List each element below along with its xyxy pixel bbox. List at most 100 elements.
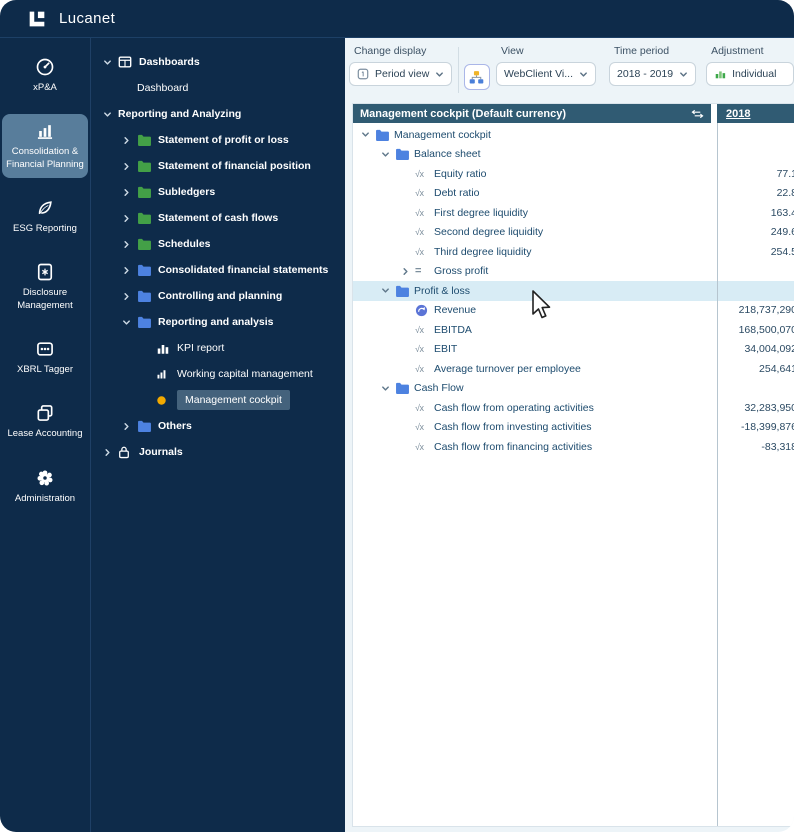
tree-item-consolidated-financial-statements[interactable]: Consolidated financial statements (91, 257, 345, 283)
tree-item-controlling-and-planning[interactable]: Controlling and planning (91, 283, 345, 309)
module-item-xp-a[interactable]: xP&A (2, 50, 88, 101)
view-value: WebClient Vi... (504, 68, 573, 80)
table-row-cash-flow-from-investing-activities[interactable]: √xCash flow from investing activities-18… (353, 418, 794, 438)
tree-item-schedules[interactable]: Schedules (91, 231, 345, 257)
tree-item-label: Journals (139, 446, 183, 458)
row-label: Average turnover per employee (434, 363, 581, 375)
chevron-right-icon[interactable] (122, 292, 137, 301)
chevron-right-icon[interactable] (122, 266, 137, 275)
tree-item-statement-of-financial-position[interactable]: Statement of financial position (91, 153, 345, 179)
formula-icon: √x (415, 227, 434, 237)
tree-item-journals[interactable]: Journals (91, 439, 345, 465)
chevron-down-icon (679, 70, 688, 79)
table-row-first-degree-liquidity[interactable]: √xFirst degree liquidity163.4 (353, 203, 794, 223)
chevron-right-icon[interactable] (401, 267, 415, 276)
tree-item-working-capital-management[interactable]: Working capital management (91, 361, 345, 387)
chevron-right-icon[interactable] (122, 422, 137, 431)
year-column-header: 2018 (717, 104, 794, 123)
table-row-cash-flow[interactable]: Cash Flow (353, 379, 794, 399)
yellow-dot-icon (156, 395, 177, 406)
formula-icon: √x (415, 344, 434, 354)
table-row-cash-flow-from-financing-activities[interactable]: √xCash flow from financing activities-83… (353, 437, 794, 457)
module-item-consolidation-financial-planning[interactable]: Consolidation & Financial Planning (2, 114, 88, 178)
chevron-right-icon[interactable] (122, 188, 137, 197)
leaf-icon (35, 198, 55, 218)
table-row-second-degree-liquidity[interactable]: √xSecond degree liquidity249.6 (353, 223, 794, 243)
change-display-label: Change display (354, 45, 452, 57)
row-label: Cash flow from operating activities (434, 402, 594, 414)
tree-item-label: Statement of financial position (158, 160, 311, 172)
table-row-debt-ratio[interactable]: √xDebt ratio22.8 (353, 184, 794, 204)
table-row-ebit[interactable]: √xEBIT34,004,092 (353, 340, 794, 360)
view-select[interactable]: WebClient Vi... (496, 62, 596, 86)
brand-text: Lucanet (59, 10, 115, 27)
tree-item-reporting-and-analysis[interactable]: Reporting and analysis (91, 309, 345, 335)
module-item-esg-reporting[interactable]: ESG Reporting (2, 191, 88, 242)
tree-item-statement-of-profit-or-loss[interactable]: Statement of profit or loss (91, 127, 345, 153)
row-label: Revenue (434, 304, 476, 316)
module-label: xP&A (33, 82, 57, 94)
tree-item-others[interactable]: Others (91, 413, 345, 439)
formula-icon: √x (415, 364, 434, 374)
table-row-revenue[interactable]: Revenue218,737,290 (353, 301, 794, 321)
row-label: Profit & loss (414, 285, 470, 297)
formula-icon: √x (415, 169, 434, 179)
time-period-select[interactable]: 2018 - 2019 (609, 62, 696, 86)
table-row-equity-ratio[interactable]: √xEquity ratio77.1 (353, 164, 794, 184)
mini-bars-icon (156, 368, 177, 380)
chevron-down-icon[interactable] (381, 384, 395, 393)
chevron-right-icon[interactable] (122, 162, 137, 171)
chevron-down-icon[interactable] (122, 318, 137, 327)
chevron-right-icon[interactable] (122, 214, 137, 223)
table-row-profit-loss[interactable]: Profit & loss (353, 281, 794, 301)
tree-item-kpi-report[interactable]: KPI report (91, 335, 345, 361)
table-row-cash-flow-from-operating-activities[interactable]: √xCash flow from operating activities32,… (353, 398, 794, 418)
row-label: Cash Flow (414, 382, 464, 394)
table-row-third-degree-liquidity[interactable]: √xThird degree liquidity254.5 (353, 242, 794, 262)
tree-item-label: Working capital management (177, 368, 313, 380)
formula-icon: √x (415, 442, 434, 452)
chevron-down-icon[interactable] (361, 130, 375, 139)
tree-item-subledgers[interactable]: Subledgers (91, 179, 345, 205)
table-row-average-turnover-per-employee[interactable]: √xAverage turnover per employee254,641 (353, 359, 794, 379)
tree-item-dashboards[interactable]: Dashboards (91, 49, 345, 75)
tree-item-statement-of-cash-flows[interactable]: Statement of cash flows (91, 205, 345, 231)
year-header-link[interactable]: 2018 (726, 108, 750, 120)
row-label: Second degree liquidity (434, 226, 543, 238)
folder-green-icon (137, 134, 158, 146)
swap-columns-icon[interactable] (691, 109, 704, 119)
tree-item-label: Reporting and Analyzing (118, 108, 241, 120)
row-label: Balance sheet (414, 148, 481, 160)
chevron-down-icon[interactable] (103, 110, 118, 119)
module-item-disclosure-management[interactable]: Disclosure Management (2, 255, 88, 319)
table-row-ebitda[interactable]: √xEBITDA168,500,070 (353, 320, 794, 340)
period-view-value: Period view (375, 68, 429, 80)
module-item-administration[interactable]: Administration (2, 461, 88, 512)
equals-icon: = (415, 265, 434, 277)
chevron-down-icon[interactable] (381, 150, 395, 159)
module-item-xbrl-tagger[interactable]: XBRL Tagger (2, 332, 88, 383)
table-row-gross-profit[interactable]: =Gross profit (353, 262, 794, 282)
chevron-down-icon[interactable] (103, 58, 118, 67)
period-view-select[interactable]: Period view (349, 62, 452, 86)
view-group: View WebClient Vi... (496, 45, 596, 86)
document-star-icon (35, 262, 55, 282)
tree-item-dashboard[interactable]: Dashboard (91, 75, 345, 101)
adjustment-group: Adjustment Individual (706, 45, 794, 86)
hierarchy-view-button[interactable] (464, 64, 490, 90)
table-row-balance-sheet[interactable]: Balance sheet (353, 145, 794, 165)
table-row-management-cockpit[interactable]: Management cockpit (353, 125, 794, 145)
tree-item-management-cockpit[interactable]: Management cockpit (91, 387, 345, 413)
module-item-lease-accounting[interactable]: Lease Accounting (2, 396, 88, 447)
content-area: Change display Period view View WebClien… (345, 38, 794, 832)
dashboard-icon (118, 55, 139, 69)
row-label-cell: √xEBIT (353, 343, 711, 355)
tree-item-reporting-and-analyzing[interactable]: Reporting and Analyzing (91, 101, 345, 127)
chevron-right-icon[interactable] (103, 448, 118, 457)
folder-blue-icon (137, 264, 158, 276)
chevron-down-icon[interactable] (381, 286, 395, 295)
formula-icon: √x (415, 403, 434, 413)
chevron-right-icon[interactable] (122, 240, 137, 249)
adjustment-select[interactable]: Individual (706, 62, 794, 86)
chevron-right-icon[interactable] (122, 136, 137, 145)
